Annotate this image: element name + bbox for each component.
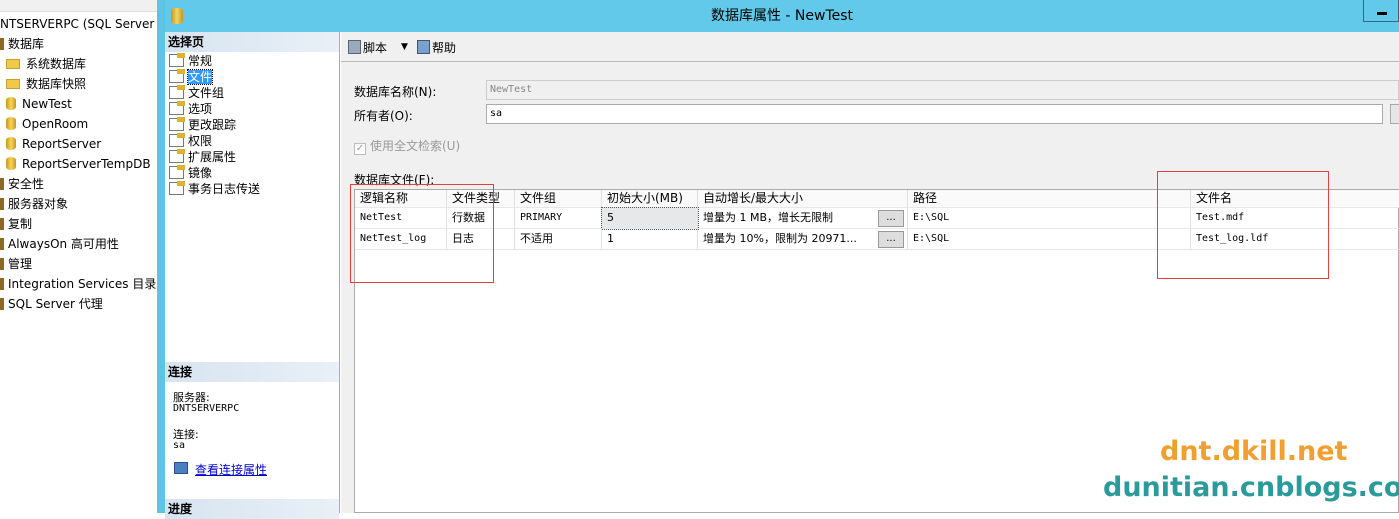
database-icon xyxy=(6,97,16,110)
watermark-line1: dnt.dkill.net xyxy=(1160,436,1348,467)
page-item[interactable]: 扩展属性 xyxy=(169,149,236,165)
node-icon xyxy=(0,178,4,190)
database-icon xyxy=(6,157,16,170)
column-header[interactable]: 自动增长/最大大小 xyxy=(698,190,908,208)
view-connection-properties-link[interactable]: 查看连接属性 xyxy=(195,461,267,478)
select-page-header: 选择页 xyxy=(165,32,339,52)
page-item[interactable]: 镜像 xyxy=(169,165,212,181)
page-item[interactable]: 文件组 xyxy=(169,85,224,101)
help-button[interactable]: 帮助 xyxy=(417,39,456,56)
table-cell[interactable]: 增量为 1 MB，增长无限制 xyxy=(698,208,908,229)
dbname-label: 数据库名称(N): xyxy=(354,85,437,99)
tree-server[interactable]: NTSERVERPC (SQL Server 1 xyxy=(0,14,157,34)
help-icon xyxy=(417,40,430,54)
tree-item[interactable]: 服务器对象 xyxy=(0,194,68,214)
tree-item[interactable]: OpenRoom xyxy=(6,114,88,134)
owner-browse-button[interactable] xyxy=(1390,104,1399,124)
property-page-icon xyxy=(169,53,185,67)
column-header[interactable]: 初始大小(MB) xyxy=(602,190,698,208)
page-item[interactable]: 选项 xyxy=(169,101,212,117)
dialog-titlebar: 数据库属性 - NewTest xyxy=(165,0,1399,32)
connection-header: 连接 xyxy=(165,362,339,382)
window-border xyxy=(157,0,165,513)
table-cell[interactable]: E:\SQL xyxy=(908,229,1191,250)
explorer-toolbar xyxy=(0,0,157,12)
database-icon xyxy=(6,137,16,150)
table-cell[interactable]: E:\SQL xyxy=(908,208,1191,229)
owner-label: 所有者(O): xyxy=(354,109,413,123)
owner-field[interactable]: sa xyxy=(486,104,1383,124)
node-icon xyxy=(0,218,4,230)
page-item[interactable]: 文件 xyxy=(169,69,214,85)
table-cell[interactable]: PRIMARY xyxy=(515,208,602,229)
server-value: DNTSERVERPC xyxy=(173,403,240,414)
tree-item[interactable]: 安全性 xyxy=(0,174,44,194)
page-item[interactable]: 更改跟踪 xyxy=(169,117,236,133)
connection-properties-icon xyxy=(174,462,188,474)
node-icon xyxy=(0,238,4,250)
folder-icon xyxy=(6,79,20,89)
script-dropdown-arrow-icon[interactable]: ▼ xyxy=(401,42,408,52)
watermark-line2: dunitian.cnblogs.com xyxy=(1103,472,1399,503)
tree-item[interactable]: Integration Services 目录 xyxy=(0,274,156,294)
tree-item[interactable]: SQL Server 代理 xyxy=(0,294,103,314)
script-button[interactable]: 脚本 xyxy=(348,39,387,56)
tree-item[interactable]: ReportServerTempDB xyxy=(6,154,151,174)
node-icon xyxy=(0,38,4,50)
highlight-box-filename xyxy=(1157,171,1329,279)
database-icon xyxy=(6,117,16,130)
script-icon xyxy=(348,40,361,54)
tree-item[interactable]: 数据库 xyxy=(0,34,44,54)
property-page-icon xyxy=(169,133,185,147)
column-header[interactable]: 路径 xyxy=(908,190,1191,208)
autogrowth-edit-button[interactable]: ... xyxy=(878,231,904,248)
tree-item[interactable]: 系统数据库 xyxy=(6,54,86,74)
table-cell[interactable]: 增量为 10%，限制为 20971... xyxy=(698,229,908,250)
dbname-field: NewTest xyxy=(486,80,1399,100)
connection-value: sa xyxy=(173,440,186,451)
node-icon xyxy=(0,198,4,210)
property-page-icon xyxy=(169,181,185,195)
page-item[interactable]: 事务日志传送 xyxy=(169,181,260,197)
column-header[interactable]: 文件组 xyxy=(515,190,602,208)
property-page-icon xyxy=(169,117,185,131)
property-page-icon xyxy=(169,165,185,179)
table-cell[interactable]: 1 xyxy=(602,229,698,250)
progress-header: 进度 xyxy=(165,499,339,519)
fulltext-checkbox: ✓ 使用全文检索(U) xyxy=(354,139,461,155)
dialog-title: 数据库属性 - NewTest xyxy=(710,8,854,24)
tree-item[interactable]: AlwaysOn 高可用性 xyxy=(0,234,119,254)
tree-item[interactable]: 复制 xyxy=(0,214,32,234)
property-page-icon xyxy=(169,101,185,115)
highlight-box-logical-type xyxy=(350,184,494,283)
node-icon xyxy=(0,278,4,290)
tree-item[interactable]: 管理 xyxy=(0,254,32,274)
tree-item[interactable]: 数据库快照 xyxy=(6,74,86,94)
tree-item[interactable]: ReportServer xyxy=(6,134,101,154)
node-icon xyxy=(0,258,4,270)
table-cell[interactable]: 5 xyxy=(601,207,699,230)
select-page-pane: 选择页 常规 文件 文件组 选项 更改跟踪 权限 扩展属性 镜像 事务日志传送 连接 服务器: … xyxy=(165,32,340,519)
minimize-button[interactable] xyxy=(1363,0,1399,22)
node-icon xyxy=(0,298,4,310)
autogrowth-edit-button[interactable]: ... xyxy=(878,210,904,227)
property-page-icon xyxy=(169,85,185,99)
folder-icon xyxy=(6,59,20,69)
object-explorer: NTSERVERPC (SQL Server 1 数据库 系统数据库 数据库快照 Ne… xyxy=(0,0,157,513)
property-page-icon xyxy=(169,69,185,83)
page-item[interactable]: 常规 xyxy=(169,53,212,69)
tree-item[interactable]: NewTest xyxy=(6,94,72,114)
page-item[interactable]: 权限 xyxy=(169,133,212,149)
checkbox-icon: ✓ xyxy=(354,143,366,155)
property-page-icon xyxy=(169,149,185,163)
toolbar: 脚本 ▼ 帮助 xyxy=(341,32,1399,62)
table-cell[interactable]: 不适用 xyxy=(515,229,602,250)
